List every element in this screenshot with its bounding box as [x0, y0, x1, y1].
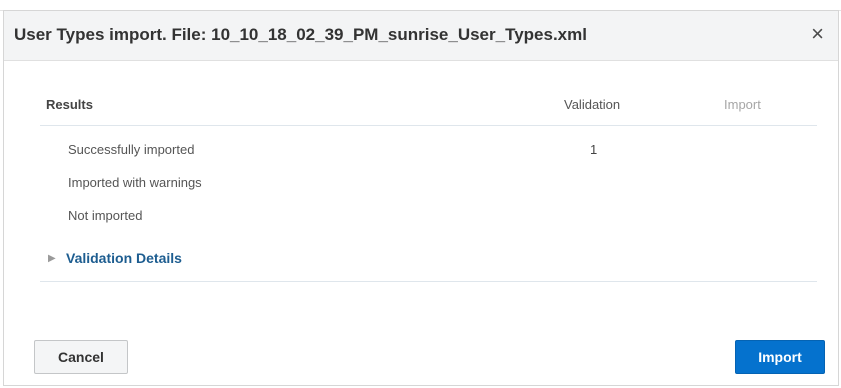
table-row: Not imported — [40, 200, 817, 233]
row-label: Not imported — [68, 208, 143, 223]
results-table-header: Results Validation Import — [40, 85, 817, 126]
results-table: Results Validation Import Successfully i… — [40, 85, 817, 282]
row-validation-value: 1 — [590, 142, 598, 157]
cancel-button[interactable]: Cancel — [34, 340, 128, 374]
dialog-title: User Types import. File: 10_10_18_02_39_… — [14, 25, 587, 44]
row-label: Successfully imported — [68, 142, 195, 157]
import-dialog: User Types import. File: 10_10_18_02_39_… — [3, 10, 839, 386]
validation-details-toggle[interactable]: ▶ Validation Details — [40, 241, 817, 282]
row-label: Imported with warnings — [68, 175, 202, 190]
results-column-header: Results — [46, 97, 93, 112]
validation-column-header: Validation — [564, 97, 621, 112]
screen: User Types import. File: 10_10_18_02_39_… — [0, 0, 841, 388]
import-button[interactable]: Import — [735, 340, 825, 374]
table-row: Successfully imported 1 — [40, 134, 817, 167]
table-row: Imported with warnings — [40, 167, 817, 200]
dialog-header: User Types import. File: 10_10_18_02_39_… — [4, 11, 838, 61]
close-icon[interactable]: × — [811, 22, 824, 46]
import-column-header: Import — [724, 97, 761, 112]
chevron-right-icon: ▶ — [48, 253, 56, 264]
validation-details-link[interactable]: Validation Details — [66, 250, 182, 266]
